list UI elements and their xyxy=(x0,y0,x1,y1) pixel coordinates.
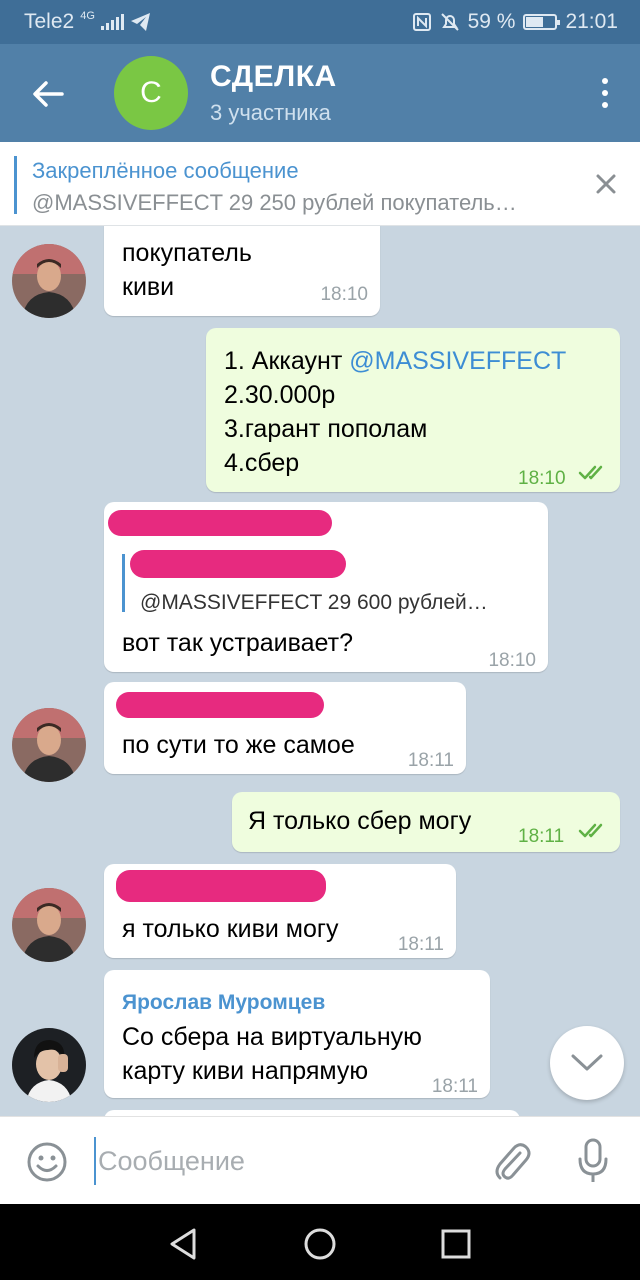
pinned-title: Закреплённое сообщение xyxy=(32,158,299,183)
message-text-line: киви xyxy=(122,273,175,301)
group-avatar[interactable]: С xyxy=(114,56,188,130)
message-bubble[interactable]: @MASSIVEFFECT 29 600 рублей… вот так уст… xyxy=(104,502,548,672)
message-text: я только киви могу xyxy=(122,915,339,943)
chat-header: С СДЕЛКА 3 участника xyxy=(0,44,640,142)
message-text-line: 1. Аккаунт @MASSIVEFFECT xyxy=(224,347,567,375)
message-time: 18:11 xyxy=(518,826,565,847)
pinned-accent-bar xyxy=(14,156,17,214)
more-options-button[interactable] xyxy=(600,78,610,108)
sender-name[interactable]: Ярослав Муромцев xyxy=(122,986,325,1020)
message-bubble-outgoing[interactable]: Я только сбер могу 18:11 xyxy=(232,792,620,852)
message-text-line: 4.сбер xyxy=(224,449,300,477)
network-type: 4G xyxy=(80,10,95,22)
read-checkmarks-icon xyxy=(578,465,603,480)
nav-back-button[interactable] xyxy=(166,1226,202,1262)
pinned-text: @MASSIVEFFECT 29 250 рублей покупатель… xyxy=(32,190,517,215)
microphone-icon xyxy=(578,1138,608,1182)
chat-title[interactable]: СДЕЛКА xyxy=(210,60,337,94)
message-bubble[interactable]: покупатель киви 18:10 xyxy=(104,226,380,316)
message-time: 18:10 xyxy=(488,650,536,671)
clock: 21:01 xyxy=(565,10,618,33)
attach-button[interactable] xyxy=(492,1139,532,1183)
carrier-label: Tele2 xyxy=(24,10,75,33)
message-time: 18:10 xyxy=(320,284,368,305)
redacted-sender-name xyxy=(116,692,324,718)
message-text: по сути то же самое xyxy=(122,731,355,759)
nav-home-button[interactable] xyxy=(302,1226,338,1262)
mention-link[interactable]: @MASSIVEFFECT xyxy=(349,347,566,375)
avatar[interactable] xyxy=(12,708,86,782)
triangle-back-icon xyxy=(170,1228,196,1260)
reply-preview-text: @MASSIVEFFECT 29 600 рублей… xyxy=(140,591,488,614)
battery-icon xyxy=(523,14,561,30)
system-navigation-bar xyxy=(0,1204,640,1280)
telegram-notification-icon xyxy=(130,13,150,31)
message-input[interactable] xyxy=(94,1137,474,1185)
close-icon xyxy=(596,174,616,194)
message-list[interactable]: покупатель киви 18:10 1. Аккаунт @MASSIV… xyxy=(0,226,640,1116)
message-text-line: 2.30.000р xyxy=(224,381,336,409)
redacted-reply-author xyxy=(130,550,346,578)
message-text-line: покупатель xyxy=(122,239,252,267)
back-arrow-icon xyxy=(33,81,64,107)
member-count: 3 участника xyxy=(210,100,331,125)
back-button[interactable] xyxy=(26,72,70,116)
nav-recents-button[interactable] xyxy=(438,1226,474,1262)
message-bubble[interactable]: по сути то же самое 18:11 xyxy=(104,682,466,774)
mute-bell-icon xyxy=(440,13,459,31)
signal-icon xyxy=(100,14,124,30)
message-time: 18:11 xyxy=(407,750,454,771)
message-text: вот так устраивает? xyxy=(122,629,353,657)
redacted-sender-name xyxy=(116,870,326,902)
message-composer xyxy=(0,1116,640,1204)
message-bubble[interactable]: Ярослав Муромцев Со сбера на виртуальную… xyxy=(104,970,490,1098)
circle-home-icon xyxy=(304,1228,336,1260)
message-text-line: Со сбера на виртуальную xyxy=(122,1023,422,1051)
read-checkmarks-icon xyxy=(578,823,603,838)
avatar[interactable] xyxy=(12,888,86,962)
redacted-sender-name xyxy=(108,510,332,536)
message-text: Я только сбер могу xyxy=(248,807,472,835)
reply-accent-bar xyxy=(122,554,125,612)
emoji-button[interactable] xyxy=(26,1141,68,1183)
message-time: 18:11 xyxy=(397,934,444,955)
status-bar: Tele2 4G 59 % 21:01 xyxy=(0,0,640,44)
avatar[interactable] xyxy=(12,1028,86,1102)
pinned-message[interactable]: Закреплённое сообщение @MASSIVEFFECT 29 … xyxy=(0,142,640,226)
nfc-icon xyxy=(412,13,431,31)
avatar[interactable] xyxy=(12,244,86,318)
voice-record-button[interactable] xyxy=(576,1137,610,1185)
message-time: 18:11 xyxy=(431,1076,478,1097)
battery-percent: 59 % xyxy=(467,10,516,33)
message-text-line: 3.гарант пополам xyxy=(224,415,428,443)
chevron-down-icon xyxy=(571,1054,603,1071)
pinned-close-button[interactable] xyxy=(590,168,622,200)
message-time: 18:10 xyxy=(518,468,566,489)
message-bubble[interactable]: я только киви могу 18:11 xyxy=(104,864,456,958)
message-text-line: карту киви напрямую xyxy=(122,1057,369,1085)
scroll-down-button[interactable] xyxy=(550,1026,624,1100)
paperclip-icon xyxy=(495,1143,531,1180)
smiley-icon xyxy=(27,1142,67,1182)
square-recents-icon xyxy=(441,1229,471,1259)
message-bubble-outgoing[interactable]: 1. Аккаунт @MASSIVEFFECT 2.30.000р 3.гар… xyxy=(206,328,620,492)
